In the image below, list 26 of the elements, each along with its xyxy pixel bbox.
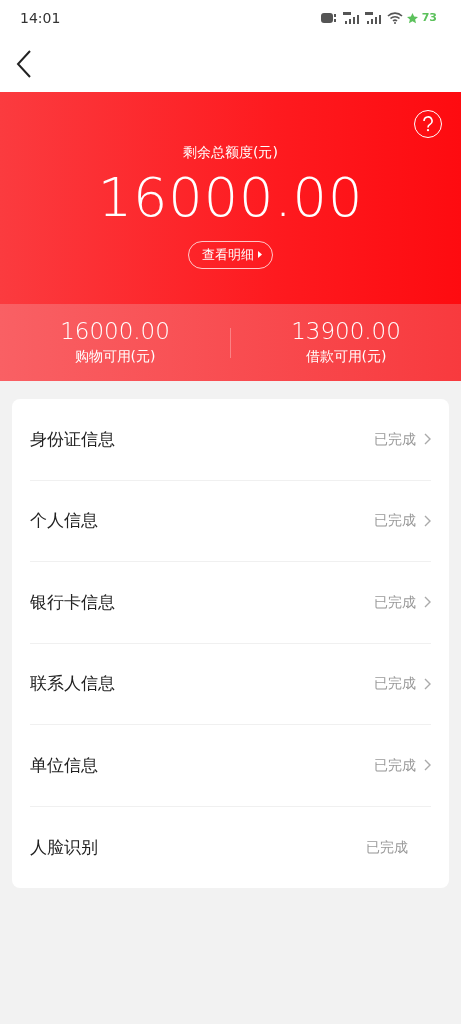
status-text: 已完成	[374, 674, 416, 694]
total-credit-amount: 16000.00	[97, 171, 364, 225]
credit-label: 借款可用(元)	[305, 346, 387, 366]
caret-icon	[258, 251, 262, 259]
item-label[interactable]: 个人信息	[30, 508, 98, 534]
back-icon[interactable]	[16, 50, 32, 78]
battery-level: 73	[421, 9, 437, 26]
item-label[interactable]: 单位信息	[30, 752, 98, 778]
wifi-icon	[386, 12, 403, 24]
item-label[interactable]: 联系人信息	[30, 671, 115, 697]
status-text: 已完成	[374, 755, 416, 775]
status-text: 已完成	[374, 511, 416, 531]
signal-icon	[364, 12, 383, 24]
total-credit-label: 剩余总额度(元)	[183, 143, 278, 162]
item-label[interactable]: 人脸识别	[30, 834, 98, 860]
item-label[interactable]: 身份证信息	[30, 426, 115, 452]
status-text: 已完成	[374, 429, 416, 449]
status-text: 已完成	[366, 837, 408, 857]
star-icon	[406, 12, 418, 24]
signal-icon	[342, 12, 361, 24]
status-text: 已完成	[374, 592, 416, 612]
credit-amount: 16000.00	[60, 318, 170, 346]
item-label[interactable]: 银行卡信息	[30, 589, 115, 615]
status-time: 14:01	[20, 8, 61, 28]
credit-label: 购物可用(元)	[74, 346, 156, 366]
credit-amount: 13900.00	[291, 318, 401, 346]
